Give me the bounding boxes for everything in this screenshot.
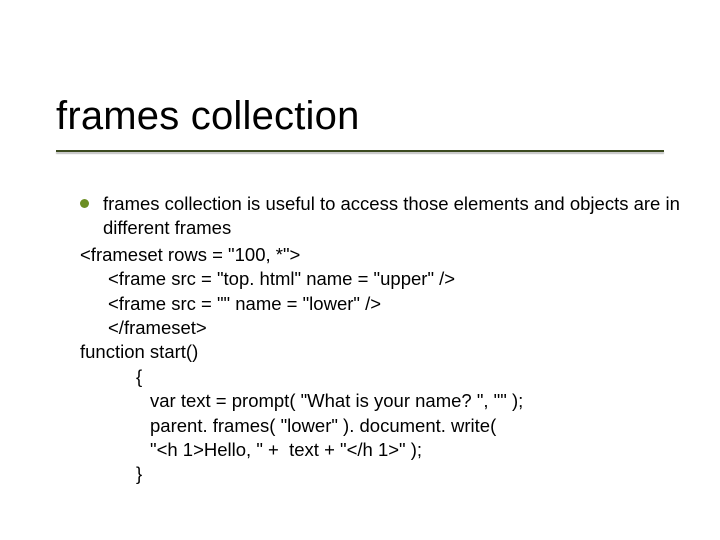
code-line: "<h 1>Hello, " + text + "</h 1>" ); <box>80 438 680 462</box>
page-title: frames collection <box>56 94 680 139</box>
code-line: <frame src = "" name = "lower" /> <box>80 292 680 316</box>
title-wrap: frames collection <box>56 94 680 139</box>
code-line: function start() <box>80 340 680 364</box>
bullet-icon <box>80 199 89 208</box>
code-line: </frameset> <box>80 316 680 340</box>
body-content: frames collection is useful to access th… <box>80 192 680 487</box>
code-line: var text = prompt( "What is your name? "… <box>80 389 680 413</box>
code-line: parent. frames( "lower" ). document. wri… <box>80 414 680 438</box>
bullet-item: frames collection is useful to access th… <box>80 192 680 241</box>
title-underline <box>56 150 664 152</box>
bullet-text: frames collection is useful to access th… <box>103 192 680 241</box>
code-line: { <box>80 365 680 389</box>
code-line: <frame src = "top. html" name = "upper" … <box>80 267 680 291</box>
slide: frames collection frames collection is u… <box>0 0 720 540</box>
code-line: } <box>80 462 680 486</box>
code-line: <frameset rows = "100, *"> <box>80 243 680 267</box>
